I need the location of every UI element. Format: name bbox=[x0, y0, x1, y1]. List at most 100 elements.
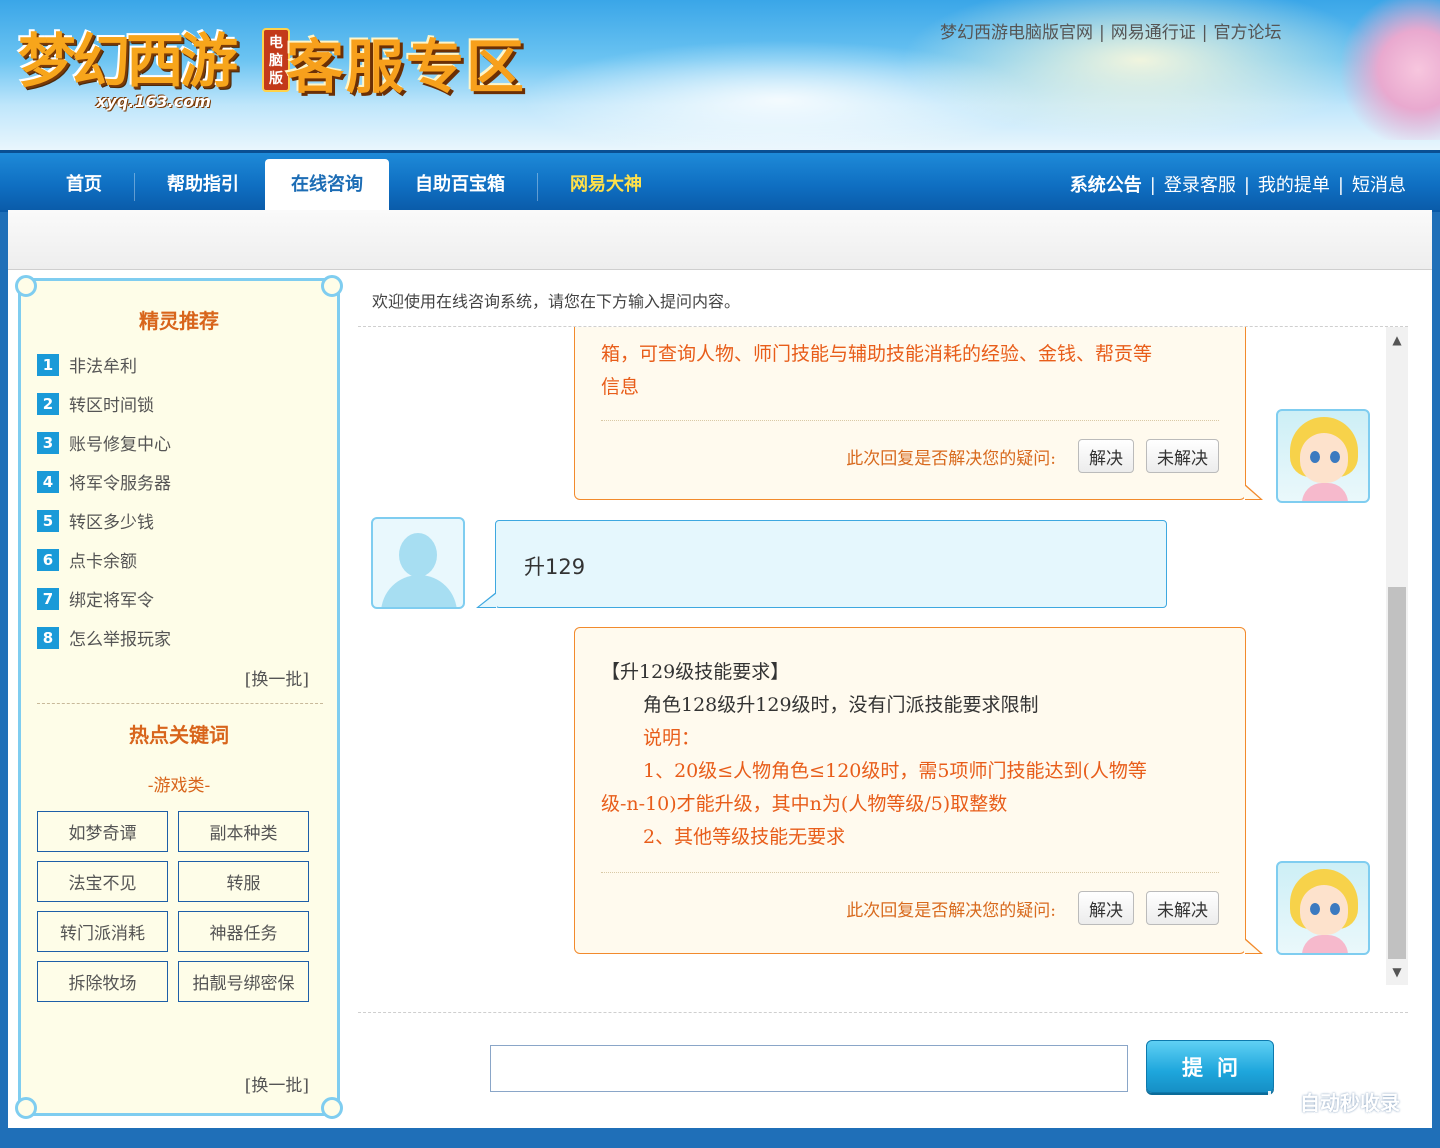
panel-corner-ornament bbox=[15, 275, 37, 297]
list-item[interactable]: 7 绑定将军令 bbox=[37, 579, 317, 618]
bot-reply-bubble: 【升129级技能要求】 角色128级升129级时，没有门派技能要求限制 说明： … bbox=[574, 627, 1263, 954]
rank-badge: 4 bbox=[37, 470, 59, 493]
swap-batch-button[interactable]: [换一批] bbox=[245, 665, 309, 690]
content-frame: 精灵推荐 1 非法牟利 2 转区时间锁 3 账号修复中心 4 将军令服务器 5 转区多少钱… bbox=[8, 210, 1432, 1128]
tab-self-service-box[interactable]: 自助百宝箱 bbox=[389, 159, 531, 215]
nav-divider bbox=[134, 173, 135, 201]
list-item-label: 绑定将军令 bbox=[69, 591, 154, 611]
keyword-button[interactable]: 副本种类 bbox=[178, 811, 309, 852]
keyword-button[interactable]: 拆除牧场 bbox=[37, 961, 168, 1002]
bot-reply-line: 级-n-10)才能升级，其中n为(人物等级/5)取整数 bbox=[601, 793, 1008, 815]
feedback-question: 此次回复是否解决您的疑问: bbox=[846, 900, 1056, 921]
list-item-label: 转区多少钱 bbox=[69, 513, 154, 533]
welcome-text: 欢迎使用在线咨询系统，请您在下方输入提问内容。 bbox=[372, 292, 741, 311]
nav-right-links: 系统公告 | 登录客服 | 我的提单 | 短消息 bbox=[1070, 171, 1406, 197]
chat-history[interactable]: 箱，可查询人物、师门技能与辅助技能消耗的经验、金钱、帮贡等 信息 此次回复是否解… bbox=[358, 327, 1408, 985]
bot-reply-line: 2、其他等级技能无要求 bbox=[643, 826, 846, 848]
nav-divider bbox=[537, 173, 538, 201]
scroll-thumb[interactable] bbox=[1388, 587, 1406, 959]
tab-netease-dashen[interactable]: 网易大神 bbox=[544, 159, 668, 215]
tab-help-guide[interactable]: 帮助指引 bbox=[141, 159, 265, 215]
page-title: 客服专区 bbox=[286, 33, 527, 101]
list-item-label: 将军令服务器 bbox=[69, 474, 171, 494]
separator: | bbox=[1243, 175, 1250, 196]
user-message-text: 升129 bbox=[524, 555, 586, 579]
resolved-button[interactable]: 解决 bbox=[1078, 891, 1134, 925]
bubble-tail bbox=[1244, 939, 1260, 953]
assistant-avatar bbox=[1276, 861, 1370, 955]
swap-batch-button-2[interactable]: [换一批] bbox=[245, 1071, 309, 1096]
tab-home[interactable]: 首页 bbox=[40, 159, 128, 215]
list-item-label: 转区时间锁 bbox=[69, 396, 154, 416]
official-forum-link[interactable]: 官方论坛 bbox=[1213, 23, 1281, 43]
panel-corner-ornament bbox=[321, 275, 343, 297]
system-notice-link[interactable]: 系统公告 bbox=[1070, 175, 1142, 196]
question-input[interactable] bbox=[490, 1045, 1128, 1092]
messages-link[interactable]: 短消息 bbox=[1352, 175, 1406, 196]
keyword-button[interactable]: 转服 bbox=[178, 861, 309, 902]
feedback-question: 此次回复是否解决您的疑问: bbox=[846, 448, 1056, 469]
separator: | bbox=[1149, 175, 1156, 196]
separator: | bbox=[1099, 23, 1105, 43]
sidebar-panel: 精灵推荐 1 非法牟利 2 转区时间锁 3 账号修复中心 4 将军令服务器 5 转区多少钱… bbox=[15, 275, 343, 1119]
netease-passport-link[interactable]: 网易通行证 bbox=[1111, 23, 1196, 43]
ask-button[interactable]: 提问 bbox=[1146, 1040, 1274, 1093]
bot-reply-line: 说明： bbox=[643, 727, 701, 749]
official-site-link[interactable]: 梦幻西游电脑版官网 bbox=[940, 23, 1093, 43]
keyword-grid: 如梦奇谭 副本种类 法宝不见 转服 转门派消耗 神器任务 拆除牧场 拍靓号绑密保 bbox=[37, 811, 309, 1002]
list-item-label: 点卡余额 bbox=[69, 552, 137, 572]
tab-online-consult[interactable]: 在线咨询 bbox=[265, 159, 389, 215]
feedback-divider bbox=[601, 872, 1219, 873]
list-item-label: 非法牟利 bbox=[69, 357, 137, 377]
bot-reply-line: 1、20级≤人物角色≤120级时，需5项师门技能达到(人物等 bbox=[643, 760, 1147, 782]
list-item-label: 账号修复中心 bbox=[69, 435, 171, 455]
sub-toolbar bbox=[8, 210, 1432, 270]
main-nav: 首页 帮助指引 在线咨询 自助百宝箱 网易大神 系统公告 | 登录客服 | 我的提单 | 短… bbox=[0, 150, 1440, 215]
list-item[interactable]: 4 将军令服务器 bbox=[37, 462, 317, 501]
bot-reply-line: 箱，可查询人物、师门技能与辅助技能消耗的经验、金钱、帮贡等 bbox=[601, 343, 1153, 365]
keyword-button[interactable]: 神器任务 bbox=[178, 911, 309, 952]
list-item-label: 怎么举报玩家 bbox=[69, 630, 171, 650]
recommend-title: 精灵推荐 bbox=[139, 309, 219, 333]
recommend-list: 1 非法牟利 2 转区时间锁 3 账号修复中心 4 将军令服务器 5 转区多少钱 6 点卡余… bbox=[37, 345, 317, 657]
answer-title: 【升129级技能要求】 bbox=[601, 661, 790, 683]
rank-badge: 6 bbox=[37, 548, 59, 571]
feedback-row: 此次回复是否解决您的疑问: 解决 未解决 bbox=[846, 891, 1219, 925]
rank-badge: 1 bbox=[37, 353, 59, 376]
rank-badge: 3 bbox=[37, 431, 59, 454]
unresolved-button[interactable]: 未解决 bbox=[1146, 439, 1219, 473]
keyword-button[interactable]: 拍靓号绑密保 bbox=[178, 961, 309, 1002]
list-item[interactable]: 1 非法牟利 bbox=[37, 345, 317, 384]
watermark-logo-icon bbox=[1268, 1091, 1296, 1109]
game-logo-text: 梦幻西游 bbox=[18, 27, 238, 95]
keyword-category: -游戏类- bbox=[147, 776, 211, 796]
scroll-down-arrow-icon[interactable]: ▼ bbox=[1386, 961, 1408, 983]
login-service-link[interactable]: 登录客服 bbox=[1164, 175, 1236, 196]
nav-tabs: 首页 帮助指引 在线咨询 自助百宝箱 网易大神 bbox=[40, 159, 668, 215]
list-item[interactable]: 6 点卡余额 bbox=[37, 540, 317, 579]
keyword-button[interactable]: 转门派消耗 bbox=[37, 911, 168, 952]
watermark-subtext: 做上链接→来访一次→自动收录 bbox=[1272, 1112, 1382, 1121]
list-item[interactable]: 3 账号修复中心 bbox=[37, 423, 317, 462]
panel-corner-ornament bbox=[321, 1097, 343, 1119]
unresolved-button[interactable]: 未解决 bbox=[1146, 891, 1219, 925]
user-avatar bbox=[371, 517, 465, 609]
resolved-button[interactable]: 解决 bbox=[1078, 439, 1134, 473]
user-message-bubble: 升129 bbox=[476, 520, 1167, 608]
scroll-up-arrow-icon[interactable]: ▲ bbox=[1386, 329, 1408, 351]
bubble-tail bbox=[1244, 485, 1260, 499]
keyword-button[interactable]: 法宝不见 bbox=[37, 861, 168, 902]
game-logo[interactable]: 梦幻西游 电脑版 xyq.163.com bbox=[18, 8, 290, 111]
header-banner: 梦幻西游 电脑版 xyq.163.com 客服专区 梦幻西游电脑版官网 | 网易通行… bbox=[0, 0, 1440, 150]
list-item[interactable]: 8 怎么举报玩家 bbox=[37, 618, 317, 657]
rank-badge: 8 bbox=[37, 626, 59, 649]
rank-badge: 5 bbox=[37, 509, 59, 532]
keyword-button[interactable]: 如梦奇谭 bbox=[37, 811, 168, 852]
bubble-tail bbox=[479, 593, 497, 607]
list-item[interactable]: 2 转区时间锁 bbox=[37, 384, 317, 423]
my-tickets-link[interactable]: 我的提单 bbox=[1258, 175, 1330, 196]
bot-reply-content: 【升129级技能要求】 角色128级升129级时，没有门派技能要求限制 说明： … bbox=[601, 656, 1221, 854]
panel-divider bbox=[37, 703, 323, 704]
chat-scrollbar[interactable]: ▲ ▼ bbox=[1386, 327, 1408, 985]
list-item[interactable]: 5 转区多少钱 bbox=[37, 501, 317, 540]
